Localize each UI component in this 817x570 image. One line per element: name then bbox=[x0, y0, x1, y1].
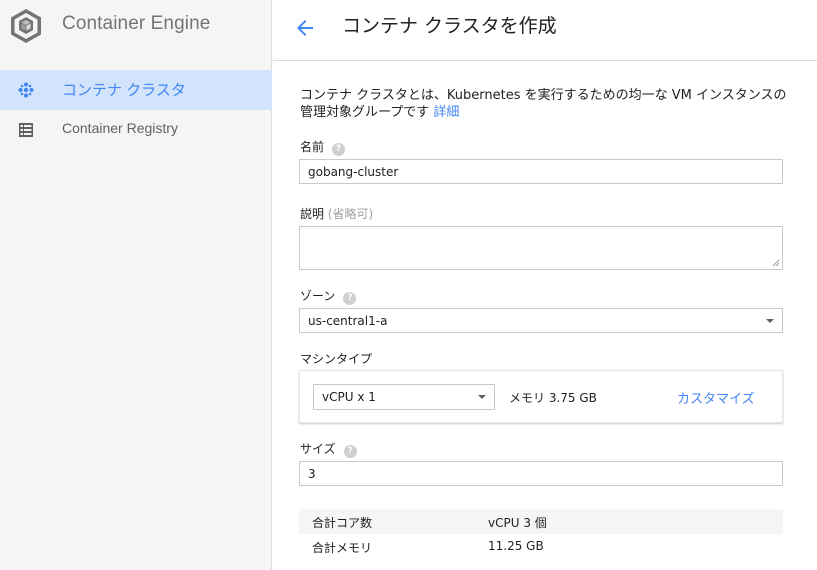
size-label-text: サイズ bbox=[300, 442, 336, 456]
description-textarea[interactable] bbox=[299, 226, 783, 270]
learn-more-link[interactable]: 詳細 bbox=[433, 105, 459, 120]
size-label: サイズ? bbox=[300, 440, 357, 458]
total-memory-value: 11.25 GB bbox=[488, 539, 544, 553]
app-name: Container Engine bbox=[62, 13, 211, 34]
arrow-left-icon[interactable] bbox=[293, 16, 317, 40]
total-cores-label: 合計コア数 bbox=[312, 516, 373, 530]
vcpu-select[interactable]: vCPU x 1 bbox=[313, 384, 495, 410]
description-label: 説明 (省略可) bbox=[300, 205, 373, 222]
table-row: 合計コア数 vCPU 3 個 bbox=[299, 509, 783, 534]
sidebar-item-container-registry[interactable]: Container Registry bbox=[0, 110, 272, 150]
zone-select[interactable]: us-central1-a bbox=[299, 308, 783, 333]
chevron-down-icon bbox=[478, 395, 486, 399]
total-cores-value: vCPU 3 個 bbox=[488, 516, 547, 530]
sidebar-item-container-clusters[interactable]: コンテナ クラスタ bbox=[0, 70, 272, 110]
machine-type-label: マシンタイプ bbox=[300, 352, 373, 366]
sidebar: Container Engine コンテナ クラスタ Container Reg… bbox=[0, 0, 272, 570]
resize-handle-icon[interactable] bbox=[772, 259, 780, 267]
intro-description: コンテナ クラスタとは、Kubernetes を実行するための均一な VM イン… bbox=[300, 88, 787, 120]
chevron-down-icon bbox=[766, 319, 774, 323]
cluster-icon bbox=[18, 82, 34, 98]
product-brand[interactable]: Container Engine bbox=[0, 0, 272, 52]
customize-link[interactable]: カスタマイズ bbox=[677, 388, 755, 407]
name-input[interactable]: gobang-cluster bbox=[299, 159, 783, 184]
help-circle-icon[interactable]: ? bbox=[332, 143, 346, 156]
intro-text: コンテナ クラスタとは、Kubernetes を実行するための均一な VM イン… bbox=[300, 87, 790, 121]
zone-label: ゾーン? bbox=[300, 287, 357, 305]
help-circle-icon[interactable]: ? bbox=[343, 292, 357, 305]
description-label-text: 説明 bbox=[300, 207, 325, 221]
total-memory-label: 合計メモリ bbox=[312, 541, 373, 555]
main-content: コンテナ クラスタを作成 コンテナ クラスタとは、Kubernetes を実行す… bbox=[273, 0, 817, 570]
page-title: コンテナ クラスタを作成 bbox=[342, 15, 557, 37]
optional-hint: (省略可) bbox=[327, 207, 374, 221]
zone-selected-value: us-central1-a bbox=[308, 314, 388, 328]
page-header: コンテナ クラスタを作成 bbox=[273, 0, 817, 61]
vcpu-selected-value: vCPU x 1 bbox=[322, 390, 376, 404]
sidebar-item-label: Container Registry bbox=[62, 120, 178, 136]
registry-list-icon bbox=[19, 123, 33, 137]
table-row: 合計メモリ 11.25 GB bbox=[299, 534, 783, 559]
help-circle-icon[interactable]: ? bbox=[343, 445, 357, 458]
zone-label-text: ゾーン bbox=[300, 289, 336, 303]
name-label-text: 名前 bbox=[300, 140, 325, 154]
size-input[interactable]: 3 bbox=[299, 461, 783, 486]
sidebar-item-label: コンテナ クラスタ bbox=[62, 82, 186, 99]
machine-type-card: vCPU x 1 メモリ 3.75 GB カスタマイズ bbox=[299, 370, 783, 423]
memory-value: メモリ 3.75 GB bbox=[509, 391, 597, 405]
container-engine-logo-icon bbox=[11, 9, 41, 43]
name-label: 名前? bbox=[300, 138, 346, 156]
